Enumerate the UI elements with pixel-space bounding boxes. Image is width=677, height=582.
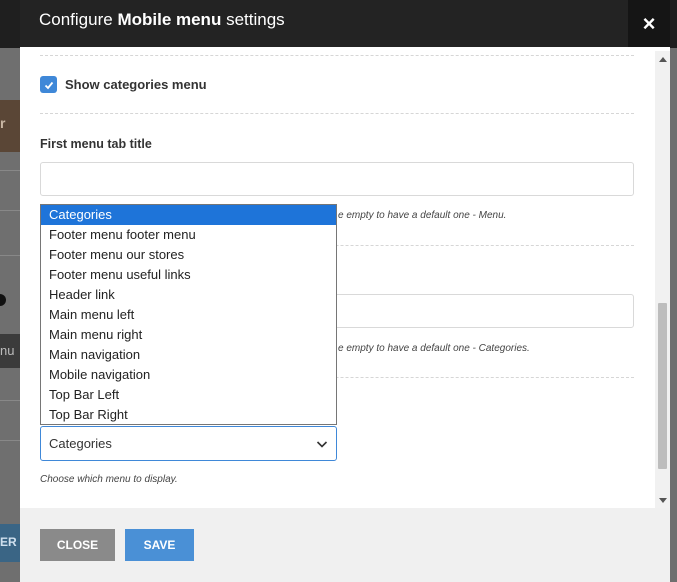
scroll-up-icon[interactable] bbox=[659, 57, 667, 62]
check-icon bbox=[44, 81, 53, 89]
show-categories-checkbox[interactable] bbox=[40, 76, 57, 93]
background-fragment-text: r bbox=[0, 115, 6, 131]
background-menu-fragment: nu bbox=[0, 334, 20, 368]
dropdown-option[interactable]: Top Bar Left bbox=[41, 385, 336, 405]
background-dot bbox=[0, 294, 6, 306]
divider bbox=[40, 113, 634, 114]
modal-footer: CLOSE SAVE bbox=[20, 508, 670, 582]
chevron-down-icon bbox=[316, 441, 328, 448]
modal-title-bold: Mobile menu bbox=[117, 10, 222, 29]
background-divider bbox=[0, 210, 20, 211]
close-button[interactable]: CLOSE bbox=[40, 529, 115, 561]
dropdown-option[interactable]: Main menu left bbox=[41, 305, 336, 325]
background-button-text: ER bbox=[0, 535, 17, 549]
dropdown-option[interactable]: Footer menu useful links bbox=[41, 265, 336, 285]
scroll-down-icon[interactable] bbox=[659, 498, 667, 503]
menu-select[interactable]: Categories bbox=[40, 426, 337, 461]
dropdown-option[interactable]: Main navigation bbox=[41, 345, 336, 365]
second-tab-title-hint: e empty to have a default one - Categori… bbox=[338, 343, 530, 354]
modal-scrollbar[interactable] bbox=[655, 51, 670, 508]
modal-title-prefix: Configure bbox=[39, 10, 118, 29]
dropdown-option[interactable]: Main menu right bbox=[41, 325, 336, 345]
background-divider bbox=[0, 255, 20, 256]
dropdown-option[interactable]: Mobile navigation bbox=[41, 365, 336, 385]
background-button-fragment: ER bbox=[0, 524, 20, 562]
divider bbox=[40, 55, 634, 56]
modal-body: Show categories menu First menu tab titl… bbox=[20, 47, 670, 508]
background-menu-text: nu bbox=[0, 343, 15, 358]
settings-modal: Configure Mobile menu settings × Show ca… bbox=[20, 0, 670, 582]
first-tab-title-hint: e empty to have a default one - Menu. bbox=[338, 210, 507, 221]
modal-header: Configure Mobile menu settings × bbox=[20, 0, 670, 47]
background-divider bbox=[0, 400, 20, 401]
background-divider bbox=[0, 170, 20, 171]
dropdown-option[interactable]: Top Bar Right bbox=[41, 405, 336, 425]
modal-title-suffix: settings bbox=[221, 10, 285, 29]
dropdown-option[interactable]: Header link bbox=[41, 285, 336, 305]
scrollbar-thumb[interactable] bbox=[658, 303, 667, 469]
menu-select-dropdown: Categories Footer menu footer menu Foote… bbox=[40, 204, 337, 425]
first-tab-title-label: First menu tab title bbox=[40, 137, 152, 151]
modal-title: Configure Mobile menu settings bbox=[39, 10, 285, 30]
dropdown-option[interactable]: Footer menu our stores bbox=[41, 245, 336, 265]
menu-select-hint: Choose which menu to display. bbox=[40, 474, 178, 485]
save-button[interactable]: SAVE bbox=[125, 529, 194, 561]
dropdown-option[interactable]: Categories bbox=[41, 205, 336, 225]
menu-select-value: Categories bbox=[49, 436, 112, 451]
background-divider bbox=[0, 440, 20, 441]
show-categories-label[interactable]: Show categories menu bbox=[65, 77, 207, 92]
close-icon[interactable]: × bbox=[628, 0, 670, 47]
background-fragment-card: r bbox=[0, 100, 20, 152]
dropdown-option[interactable]: Footer menu footer menu bbox=[41, 225, 336, 245]
first-tab-title-input[interactable] bbox=[40, 162, 634, 196]
